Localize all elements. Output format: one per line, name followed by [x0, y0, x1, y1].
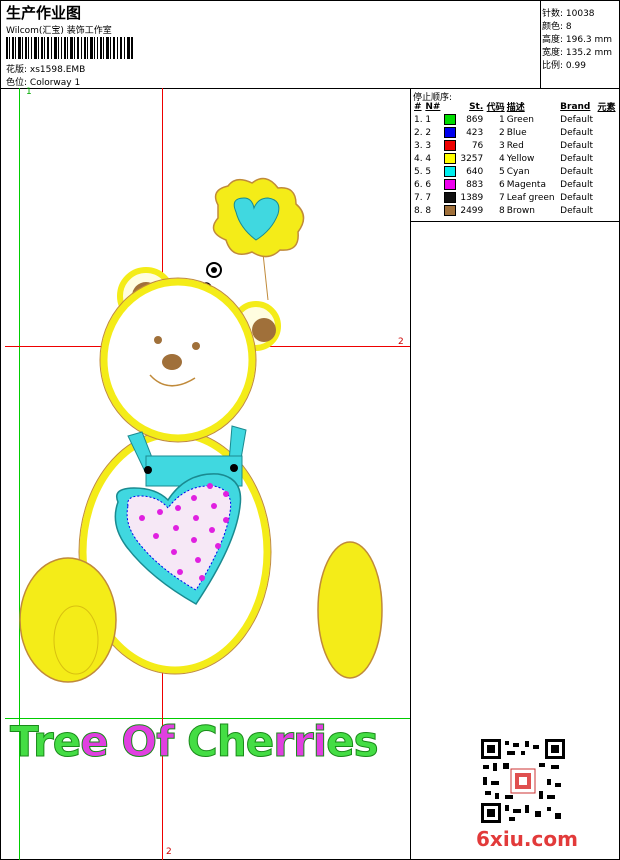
bear [19, 267, 383, 683]
qr-code [481, 739, 565, 823]
flower-balloon [212, 177, 305, 301]
embroidery-illustration: Tree Of Cherries [10, 177, 383, 767]
watermark-logo: 6xiu.com [476, 827, 578, 851]
design-text: Tree Of Cherries [10, 717, 378, 766]
